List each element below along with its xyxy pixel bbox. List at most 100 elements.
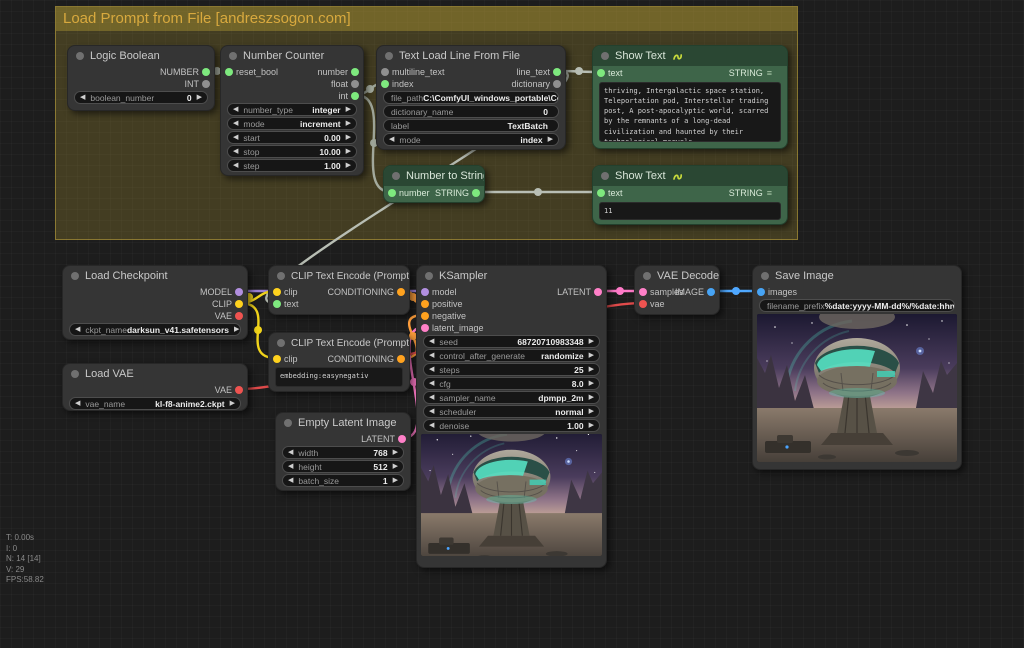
collapse-dot-icon[interactable] — [71, 370, 79, 378]
widget-control-after-generate[interactable]: ◀ control_after_generate randomize ▶ — [423, 349, 600, 362]
collapse-dot-icon[interactable] — [643, 272, 651, 280]
widget-step[interactable]: ◀ step 1.00 ▶ — [227, 159, 357, 172]
decrement-arrow-icon[interactable]: ◀ — [75, 324, 80, 335]
output-port-line-text[interactable] — [553, 68, 561, 76]
widget-batch-size[interactable]: ◀ batch_size 1 ▶ — [282, 474, 404, 487]
show-text-output[interactable]: thriving, Intergalactic space station, T… — [599, 82, 781, 142]
widget-boolean-number[interactable]: ◀ boolean_number 0 ▶ — [74, 91, 208, 104]
group-title[interactable]: Load Prompt from File [andreszsogon.com] — [56, 7, 797, 31]
output-port-string[interactable] — [472, 189, 480, 197]
properties-icon[interactable]: ≡ — [767, 188, 772, 198]
decrement-arrow-icon[interactable]: ◀ — [429, 406, 434, 417]
output-port-model[interactable] — [235, 288, 243, 296]
widget-sampler-name[interactable]: ◀ sampler_name dpmpp_2m ▶ — [423, 391, 600, 404]
increment-arrow-icon[interactable]: ▶ — [589, 364, 594, 375]
decrement-arrow-icon[interactable]: ◀ — [389, 134, 394, 145]
increment-arrow-icon[interactable]: ▶ — [589, 406, 594, 417]
node-empty-latent-image[interactable]: Empty Latent Image LATENT ◀ width 768 ▶ … — [275, 412, 411, 491]
decrement-arrow-icon[interactable]: ◀ — [75, 398, 80, 409]
collapse-dot-icon[interactable] — [601, 172, 609, 180]
collapse-dot-icon[interactable] — [277, 272, 285, 280]
node-ksampler[interactable]: KSampler model LATENT positive negative … — [416, 265, 607, 568]
decrement-arrow-icon[interactable]: ◀ — [429, 336, 434, 347]
output-port-latent[interactable] — [594, 288, 602, 296]
collapse-dot-icon[interactable] — [425, 272, 433, 280]
collapse-dot-icon[interactable] — [229, 52, 237, 60]
node-vae-decode[interactable]: VAE Decode samples IMAGE vae — [634, 265, 720, 315]
collapse-dot-icon[interactable] — [71, 272, 79, 280]
input-port-multiline-text[interactable] — [381, 68, 389, 76]
increment-arrow-icon[interactable]: ▶ — [589, 378, 594, 389]
output-port-number[interactable] — [202, 68, 210, 76]
decrement-arrow-icon[interactable]: ◀ — [233, 160, 238, 171]
output-port-conditioning[interactable] — [397, 355, 405, 363]
decrement-arrow-icon[interactable]: ◀ — [429, 350, 434, 361]
node-load-checkpoint[interactable]: Load Checkpoint MODEL CLIP VAE ◀ ckpt_na… — [62, 265, 248, 340]
widget-denoise[interactable]: ◀ denoise 1.00 ▶ — [423, 419, 600, 432]
widget-ckpt-name[interactable]: ◀ ckpt_name darksun_v41.safetensors ▶ — [69, 323, 241, 336]
decrement-arrow-icon[interactable]: ◀ — [288, 461, 293, 472]
decrement-arrow-icon[interactable]: ◀ — [233, 132, 238, 143]
increment-arrow-icon[interactable]: ▶ — [346, 132, 351, 143]
widget-width[interactable]: ◀ width 768 ▶ — [282, 446, 404, 459]
output-port-latent[interactable] — [398, 435, 406, 443]
widget-filename-prefix[interactable]: filename_prefix %date:yyyy-MM-dd%/%date:… — [759, 299, 955, 312]
input-port-model[interactable] — [421, 288, 429, 296]
input-port-text[interactable] — [597, 69, 605, 77]
node-number-counter[interactable]: Number Counter reset_bool number float i… — [220, 45, 364, 176]
output-port-int[interactable] — [202, 80, 210, 88]
widget-height[interactable]: ◀ height 512 ▶ — [282, 460, 404, 473]
widget-mode[interactable]: ◀ mode increment ▶ — [227, 117, 357, 130]
decrement-arrow-icon[interactable]: ◀ — [288, 447, 293, 458]
output-port-dictionary[interactable] — [553, 80, 561, 88]
increment-arrow-icon[interactable]: ▶ — [393, 475, 398, 486]
output-port-float[interactable] — [351, 80, 359, 88]
output-port-vae[interactable] — [235, 312, 243, 320]
input-port-clip[interactable] — [273, 355, 281, 363]
node-logic-boolean[interactable]: Logic Boolean NUMBER INT ◀ boolean_numbe… — [67, 45, 215, 111]
input-port-samples[interactable] — [639, 288, 647, 296]
widget-stop[interactable]: ◀ stop 10.00 ▶ — [227, 145, 357, 158]
node-number-to-string[interactable]: Number to String number STRING — [383, 165, 485, 203]
increment-arrow-icon[interactable]: ▶ — [234, 324, 239, 335]
input-port-text[interactable] — [597, 189, 605, 197]
node-graph-canvas[interactable]: Load Prompt from File [andreszsogon.com] — [0, 0, 1024, 648]
input-port-number[interactable] — [388, 189, 396, 197]
increment-arrow-icon[interactable]: ▶ — [393, 447, 398, 458]
input-port-reset-bool[interactable] — [225, 68, 233, 76]
increment-arrow-icon[interactable]: ▶ — [589, 392, 594, 403]
show-text-output[interactable]: 11 — [599, 202, 781, 220]
output-port-clip[interactable] — [235, 300, 243, 308]
node-show-text-2[interactable]: Show Text text STRING≡ 11 — [592, 165, 788, 225]
widget-dictionary-name[interactable]: dictionary_name 0 — [383, 105, 559, 118]
collapse-dot-icon[interactable] — [392, 172, 400, 180]
widget-seed[interactable]: ◀ seed 68720710983348 ▶ — [423, 335, 600, 348]
node-load-vae[interactable]: Load VAE VAE ◀ vae_name kl-f8-anime2.ckp… — [62, 363, 248, 411]
widget-label[interactable]: label TextBatch — [383, 119, 559, 132]
increment-arrow-icon[interactable]: ▶ — [197, 92, 202, 103]
input-port-latent-image[interactable] — [421, 324, 429, 332]
input-port-index[interactable] — [381, 80, 389, 88]
output-port-image[interactable] — [707, 288, 715, 296]
decrement-arrow-icon[interactable]: ◀ — [429, 420, 434, 431]
widget-steps[interactable]: ◀ steps 25 ▶ — [423, 363, 600, 376]
decrement-arrow-icon[interactable]: ◀ — [80, 92, 85, 103]
increment-arrow-icon[interactable]: ▶ — [346, 146, 351, 157]
output-port-number[interactable] — [351, 68, 359, 76]
node-clip-text-encode-negative[interactable]: CLIP Text Encode (Prompt) clip CONDITION… — [268, 332, 410, 392]
output-port-vae[interactable] — [235, 386, 243, 394]
collapse-dot-icon[interactable] — [601, 52, 609, 60]
input-port-clip[interactable] — [273, 288, 281, 296]
increment-arrow-icon[interactable]: ▶ — [230, 398, 235, 409]
node-clip-text-encode-positive[interactable]: CLIP Text Encode (Prompt) clip CONDITION… — [268, 265, 410, 315]
node-save-image[interactable]: Save Image images filename_prefix %date:… — [752, 265, 962, 470]
increment-arrow-icon[interactable]: ▶ — [393, 461, 398, 472]
prompt-textarea[interactable]: embedding:easynegativ — [275, 367, 403, 387]
collapse-dot-icon[interactable] — [277, 339, 285, 347]
input-port-vae[interactable] — [639, 300, 647, 308]
widget-number-type[interactable]: ◀ number_type integer ▶ — [227, 103, 357, 116]
properties-icon[interactable]: ≡ — [767, 68, 772, 78]
collapse-dot-icon[interactable] — [385, 52, 393, 60]
decrement-arrow-icon[interactable]: ◀ — [233, 118, 238, 129]
input-port-images[interactable] — [757, 288, 765, 296]
